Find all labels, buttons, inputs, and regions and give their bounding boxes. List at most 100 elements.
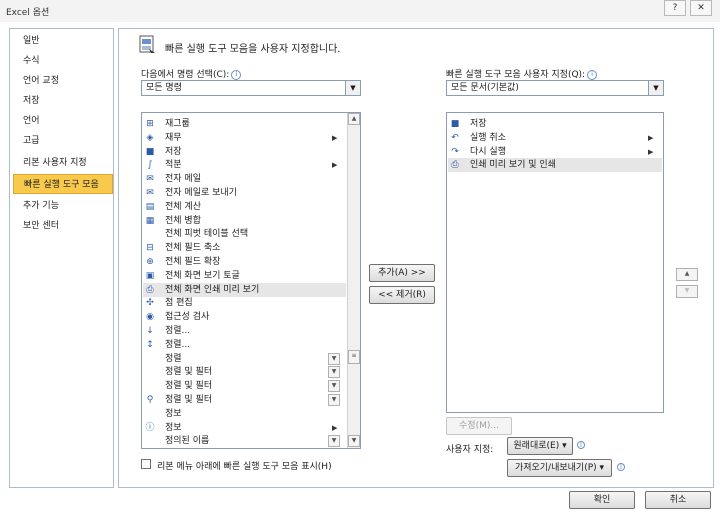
command-list-item-label: 정보 [165, 422, 182, 433]
add-button[interactable]: 추가(A) >> [369, 264, 435, 282]
command-list-item-label: 재무 [165, 132, 182, 143]
remove-button[interactable]: << 제거(R) [369, 286, 435, 304]
reset-button[interactable]: 원래대로(E) ▾ [507, 437, 573, 455]
modify-button[interactable]: 수정(M)... [446, 417, 512, 435]
integral-icon: ∫ [147, 160, 153, 171]
send-email-icon: ✉ [146, 188, 154, 198]
sidebar-item-language[interactable]: 언어 [13, 111, 113, 131]
ok-button[interactable]: 확인 [569, 491, 635, 509]
scroll-thumb[interactable]: ≡ [348, 350, 360, 364]
command-list-item[interactable]: ↓ 정렬... [143, 324, 346, 338]
quick-access-item-label: 다시 실행 [470, 146, 506, 157]
help-button[interactable]: ? [664, 0, 686, 16]
quick-access-item-label: 저장 [470, 119, 487, 129]
command-list-item[interactable]: 정렬 및 필터 ▼ [143, 365, 346, 379]
command-list-item[interactable]: ◈ 재무 ▶ [143, 131, 346, 145]
show-below-ribbon-checkbox[interactable] [141, 459, 151, 469]
quick-access-item[interactable]: ■ 저장 [448, 117, 662, 131]
command-list-item-label: 전자 메일로 보내기 [165, 188, 237, 198]
submenu-arrow-icon: ▶ [332, 161, 338, 170]
quick-access-item[interactable]: ↷ 다시 실행 ▶ [448, 145, 662, 159]
command-list-item[interactable]: ▦ 전체 병합 [143, 214, 346, 228]
sidebar-item-advanced[interactable]: 고급 [13, 131, 113, 151]
import-export-button[interactable]: 가져오기/내보내기(P) ▾ [507, 459, 612, 477]
commands-dropdown[interactable]: 모든 명령 ▼ [141, 80, 361, 96]
quick-access-item-label: 인쇄 미리 보기 및 인쇄 [470, 160, 556, 171]
page-header: 빠른 실행 도구 모음을 사용자 지정합니다. [165, 44, 341, 55]
sidebar-item-proofing[interactable]: 언어 교정 [13, 71, 113, 91]
commands-label-text: 다음에서 명령 선택(C): [141, 70, 230, 80]
quick-access-item[interactable]: ⎙ 인쇄 미리 보기 및 인쇄 [448, 158, 662, 173]
command-list-item[interactable]: ⎙ 전체 화면 인쇄 미리 보기 [143, 282, 346, 297]
command-list-item-label: 정렬 및 필터 [165, 381, 213, 392]
quick-access-dropdown[interactable]: 모든 문서(기본값) ▼ [446, 80, 664, 96]
sidebar-item-save[interactable]: 저장 [13, 91, 113, 111]
undo-icon: ↶ [451, 132, 459, 143]
command-list-item[interactable]: 정의된 이름 ▼ [143, 434, 346, 448]
chevron-down-icon[interactable]: ▼ [648, 81, 663, 95]
chevron-down-icon[interactable]: ▼ [345, 81, 360, 95]
command-list-item-label: 정의된 이름 [165, 436, 210, 447]
scroll-down-icon[interactable]: ▼ [348, 435, 360, 447]
accessibility-icon: ◉ [146, 312, 154, 323]
command-list-item[interactable]: 전체 피벗 테이블 선택 [143, 227, 346, 241]
command-list-item[interactable]: ⊟ 전체 필드 축소 [143, 241, 346, 255]
fullscreen-icon: ▣ [145, 270, 155, 281]
command-list-item[interactable]: ▤ 전체 계산 [143, 200, 346, 214]
command-list-item-label: 정렬 [165, 353, 182, 364]
close-button[interactable]: ✕ [690, 0, 712, 16]
quick-access-label-text: 빠른 실행 도구 모음 사용자 지정(Q): [446, 70, 586, 80]
info-icon: i [577, 441, 585, 449]
command-list-item[interactable]: ◉ 접근성 검사 [143, 310, 346, 324]
command-list-item[interactable]: ✉ 전자 메일로 보내기 [143, 186, 346, 200]
quick-access-list[interactable]: ■ 저장 ↶ 실행 취소 ▶ ↷ 다시 실행 ▶ ⎙ 인쇄 미리 보기 및 인쇄 [446, 112, 664, 413]
redo-icon: ↷ [451, 146, 459, 157]
command-list-item-label: 전체 화면 보기 토글 [165, 270, 240, 281]
command-list-item[interactable]: ■ 저장 [143, 145, 346, 159]
title-bar: Excel 옵션 ? ✕ [0, 0, 720, 22]
sort-az-icon: ↕ [146, 339, 154, 350]
scroll-up-icon[interactable]: ▲ [348, 113, 360, 125]
save-icon: ■ [145, 146, 155, 157]
quick-access-label: 빠른 실행 도구 모음 사용자 지정(Q): i [446, 67, 598, 80]
info-icon: i [231, 69, 242, 80]
command-list-item[interactable]: ⚲ 정렬 및 필터 ▼ [143, 393, 346, 407]
command-list-item[interactable]: 정렬 ▼ [143, 352, 346, 366]
submenu-arrow-icon: ▶ [648, 133, 654, 142]
sidebar-item-customize-ribbon[interactable]: 리본 사용자 지정 [13, 153, 113, 173]
cancel-button[interactable]: 취소 [645, 491, 711, 509]
dropdown-indicator-icon: ▼ [328, 435, 340, 448]
command-list-item[interactable]: ⊕ 전체 필드 확장 [143, 255, 346, 269]
command-list-item[interactable]: 정렬 및 필터 ▼ [143, 379, 346, 393]
commands-list[interactable]: ⊞ 재그룹 ◈ 재무 ▶ ■ 저장 ∫ 적분 ▶ ✉ 전자 메일 ✉ 전자 메일로 보내기 ▤ 전체 계산 ▦ 전… [141, 112, 361, 449]
window-title: Excel 옵션 [6, 8, 50, 18]
sidebar-item-addins[interactable]: 추가 기능 [13, 196, 113, 216]
command-list-item-label: 접근성 검사 [165, 312, 210, 323]
command-list-item[interactable]: ✉ 전자 메일 [143, 172, 346, 186]
dropdown-indicator-icon: ▼ [328, 366, 340, 379]
submenu-arrow-icon: ▶ [332, 423, 338, 432]
command-list-item[interactable]: ↕ 정렬... [143, 338, 346, 352]
command-list-item[interactable]: ✣ 점 편집 [143, 296, 346, 310]
sidebar-item-quick-access[interactable]: 빠른 실행 도구 모음 [13, 174, 113, 194]
main-panel: 빠른 실행 도구 모음을 사용자 지정합니다. 다음에서 명령 선택(C): i … [118, 28, 714, 488]
sort-icon: ↓ [146, 326, 154, 336]
move-up-button[interactable]: ▲ [676, 268, 698, 281]
command-list-item[interactable]: 정보 [143, 407, 346, 421]
command-list-item[interactable]: ⊞ 재그룹 [143, 117, 346, 131]
dropdown-indicator-icon: ▼ [328, 394, 340, 406]
quick-access-header-icon [139, 35, 157, 55]
sidebar-item-trust-center[interactable]: 보안 센터 [13, 216, 113, 236]
customize-label: 사용자 지정: [446, 445, 494, 455]
command-list-item[interactable]: ∫ 적분 ▶ [143, 158, 346, 172]
command-list-item[interactable]: ▣ 전체 화면 보기 토글 [143, 269, 346, 283]
dropdown-indicator-icon: ▼ [328, 380, 340, 393]
command-list-item[interactable]: ⓘ 정보 ▶ [143, 421, 346, 435]
calculate-icon: ▤ [145, 201, 155, 212]
move-down-button[interactable]: ▼ [676, 285, 698, 298]
info-icon: ⓘ [145, 422, 155, 433]
quick-access-item[interactable]: ↶ 실행 취소 ▶ [448, 131, 662, 145]
sidebar-item-general[interactable]: 일반 [13, 31, 113, 51]
sidebar-item-formulas[interactable]: 수식 [13, 51, 113, 71]
commands-scrollbar[interactable]: ▲ ≡ ▼ [347, 113, 360, 448]
